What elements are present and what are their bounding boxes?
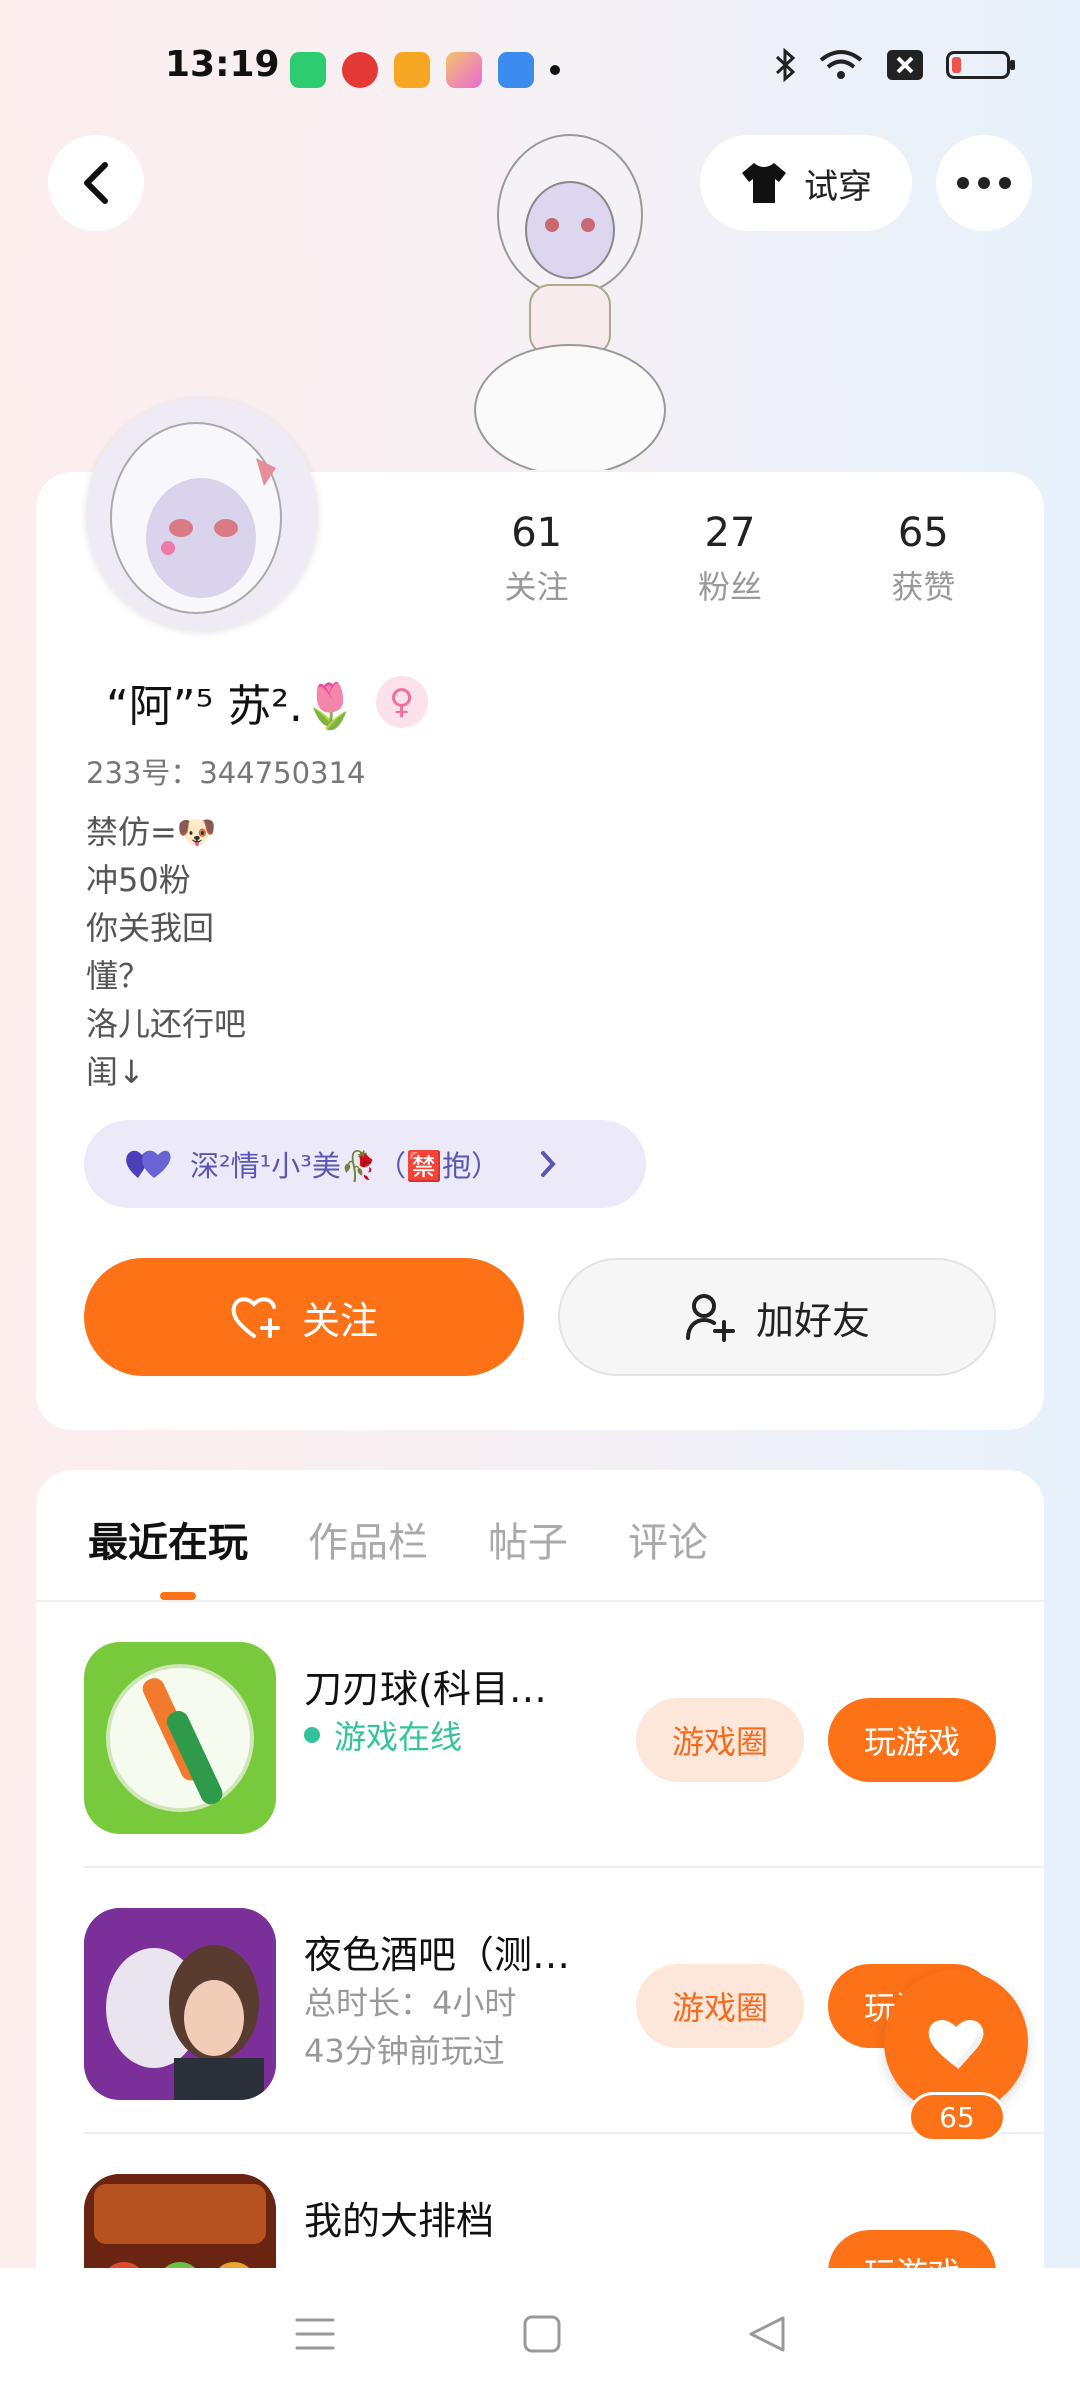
avatar-dressup-figure — [470, 120, 670, 476]
stat-followers[interactable]: 27 粉丝 — [698, 510, 762, 608]
follow-label: 关注 — [301, 1298, 378, 1343]
try-on-button[interactable]: 试穿 — [700, 135, 912, 231]
more-notifications-dot — [550, 65, 560, 75]
profile-name-row: “阿”⁵ 苏².🌷 ♀ — [106, 670, 428, 734]
back-nav-icon[interactable] — [747, 2314, 787, 2354]
active-tab-indicator — [160, 1592, 196, 1600]
tshirt-icon — [742, 163, 786, 203]
play-game-button[interactable]: 玩游戏 — [828, 1698, 996, 1782]
no-sim-icon — [887, 50, 923, 80]
game-title: 刀刃球(科目… — [304, 1667, 547, 1711]
stat-following[interactable]: 61 关注 — [505, 510, 569, 608]
heart-plus-icon — [231, 1297, 280, 1338]
hearts-icon — [126, 1150, 171, 1178]
menu-icon[interactable] — [293, 2314, 337, 2354]
notification-icons — [290, 52, 560, 88]
game-title: 夜色酒吧（测… — [304, 1933, 571, 1977]
tab-comments[interactable]: 评论 — [628, 1510, 708, 1568]
list-item[interactable]: 夜色酒吧（测… 总时长：4小时 43分钟前玩过 游戏圈 玩游戏 — [36, 1868, 1044, 2134]
stat-likes[interactable]: 65 获赞 — [891, 510, 955, 608]
game-title: 我的大排档 — [304, 2199, 495, 2243]
activity-panel: 最近在玩 作品栏 帖子 评论 刀刃球(科目… 游戏在线 游戏圈 玩游戏 夜色酒吧… — [36, 1470, 1044, 2280]
profile-stats: 61 关注 27 粉丝 65 获赞 — [440, 510, 1020, 608]
tab-bar: 最近在玩 作品栏 帖子 评论 — [88, 1510, 708, 1568]
try-on-label: 试穿 — [804, 166, 872, 207]
total-play-time: 总时长：4小时 — [304, 1984, 517, 2022]
game-thumbnail — [84, 2174, 276, 2280]
stat-value: 61 — [511, 510, 563, 556]
battery-icon — [946, 51, 1015, 79]
add-friend-label: 加好友 — [755, 1298, 870, 1343]
avatar[interactable] — [86, 398, 318, 630]
list-item[interactable]: 刀刃球(科目… 游戏在线 游戏圈 玩游戏 — [36, 1602, 1044, 1868]
game-circle-button[interactable]: 游戏圈 — [636, 1964, 804, 2048]
app-icon-2 — [498, 52, 534, 88]
stat-label: 关注 — [504, 568, 569, 606]
tab-works[interactable]: 作品栏 — [308, 1510, 428, 1568]
stat-value: 65 — [897, 510, 949, 556]
bio-line: 懂？ — [86, 957, 151, 995]
chevron-left-icon — [84, 162, 108, 204]
bio: 禁仿=🐶 冲50粉 你关我回 懂？ 洛儿还行吧 闺↓ — [86, 808, 246, 1096]
bio-line: 洛儿还行吧 — [86, 1005, 247, 1043]
video-app-icon — [342, 52, 378, 88]
heart-icon — [928, 2019, 984, 2069]
follow-button[interactable]: 关注 — [84, 1258, 524, 1376]
stat-value: 27 — [704, 510, 756, 556]
like-count: 65 — [908, 2092, 1006, 2142]
last-played: 43分钟前玩过 — [304, 2032, 505, 2070]
bio-line: 你关我回 — [86, 909, 215, 947]
bio-line: 禁仿=🐶 — [86, 813, 217, 851]
online-label: 游戏在线 — [334, 1718, 463, 1756]
game-circle-button[interactable]: 游戏圈 — [636, 1698, 804, 1782]
back-button[interactable] — [48, 135, 144, 231]
user-id: 233号：344750314 — [86, 756, 366, 790]
system-nav-bar — [0, 2268, 1080, 2400]
profile-name: “阿”⁵ 苏².🌷 — [106, 681, 358, 732]
stat-label: 粉丝 — [697, 568, 762, 606]
add-friend-button[interactable]: 加好友 — [558, 1258, 996, 1376]
app-icon — [446, 52, 482, 88]
status-indicators — [774, 48, 1015, 82]
online-dot-icon — [304, 1727, 320, 1743]
bio-line: 冲50粉 — [86, 861, 191, 899]
home-icon[interactable] — [522, 2314, 562, 2354]
game-thumbnail — [84, 1642, 276, 1834]
tag-label: 深²情¹小³美🥀（🈲抱） — [190, 1149, 501, 1183]
female-gender-icon: ♀ — [375, 676, 428, 728]
tab-posts[interactable]: 帖子 — [488, 1510, 568, 1568]
more-options-button[interactable] — [936, 135, 1032, 231]
battery-app-icon — [290, 52, 326, 88]
wifi-icon — [819, 50, 863, 79]
weibo-icon — [394, 52, 430, 88]
relationship-tag[interactable]: 深²情¹小³美🥀（🈲抱） — [84, 1120, 646, 1208]
list-item[interactable]: 我的大排档 玩游戏 — [36, 2134, 1044, 2280]
add-user-icon — [685, 1294, 735, 1342]
game-thumbnail — [84, 1908, 276, 2100]
chevron-right-icon — [541, 1151, 556, 1177]
tab-recent-play[interactable]: 最近在玩 — [88, 1510, 248, 1568]
online-status: 游戏在线 — [304, 1712, 462, 1758]
bio-line: 闺↓ — [86, 1053, 145, 1091]
more-horizontal-icon — [957, 177, 1011, 189]
status-bar: 13:19 — [0, 0, 1080, 140]
bluetooth-icon — [775, 48, 796, 82]
stat-label: 获赞 — [891, 568, 956, 606]
status-time: 13:19 — [165, 44, 280, 85]
